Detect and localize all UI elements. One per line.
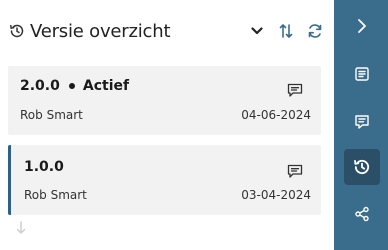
document-button[interactable] xyxy=(344,56,380,92)
right-sidebar xyxy=(334,0,388,250)
version-number: 2.0.0 xyxy=(20,78,60,94)
chevron-down-icon[interactable] xyxy=(246,20,268,42)
version-date: 04-06-2024 xyxy=(241,108,311,122)
refresh-icon[interactable] xyxy=(304,20,326,42)
sort-icon[interactable] xyxy=(275,20,297,42)
header-actions xyxy=(246,20,326,42)
history-icon xyxy=(8,22,26,40)
version-number: 1.0.0 xyxy=(24,159,64,175)
history-icon xyxy=(354,159,370,175)
version-status: Actief xyxy=(82,78,130,94)
version-history-button[interactable] xyxy=(344,149,380,185)
share-button[interactable] xyxy=(344,196,380,232)
version-card[interactable]: 2.0.0 Actief Rob Smart 04-06-2024 xyxy=(8,66,321,135)
version-title: 1.0.0 xyxy=(24,159,64,175)
comment-icon[interactable] xyxy=(286,82,304,98)
panel-header: Versie overzicht xyxy=(8,18,326,44)
share-icon xyxy=(355,206,369,222)
version-author: Rob Smart xyxy=(24,188,87,202)
version-overview-panel: Versie overzicht 2.0.0 Actief Rob Smart … xyxy=(0,0,334,250)
comment-icon[interactable] xyxy=(286,163,304,179)
version-title: 2.0.0 Actief xyxy=(20,78,129,94)
version-author: Rob Smart xyxy=(20,108,83,122)
collapse-sidebar-button[interactable] xyxy=(344,8,380,44)
page-title: Versie overzicht xyxy=(30,20,171,42)
comment-icon xyxy=(355,115,369,129)
version-card-selected[interactable]: 1.0.0 Rob Smart 03-04-2024 xyxy=(8,145,321,215)
document-icon xyxy=(355,67,369,81)
version-date: 03-04-2024 xyxy=(241,188,311,202)
arrow-down-icon xyxy=(15,220,27,234)
chevron-right-icon xyxy=(358,19,366,33)
separator-dot xyxy=(68,83,75,89)
comments-button[interactable] xyxy=(344,104,380,140)
